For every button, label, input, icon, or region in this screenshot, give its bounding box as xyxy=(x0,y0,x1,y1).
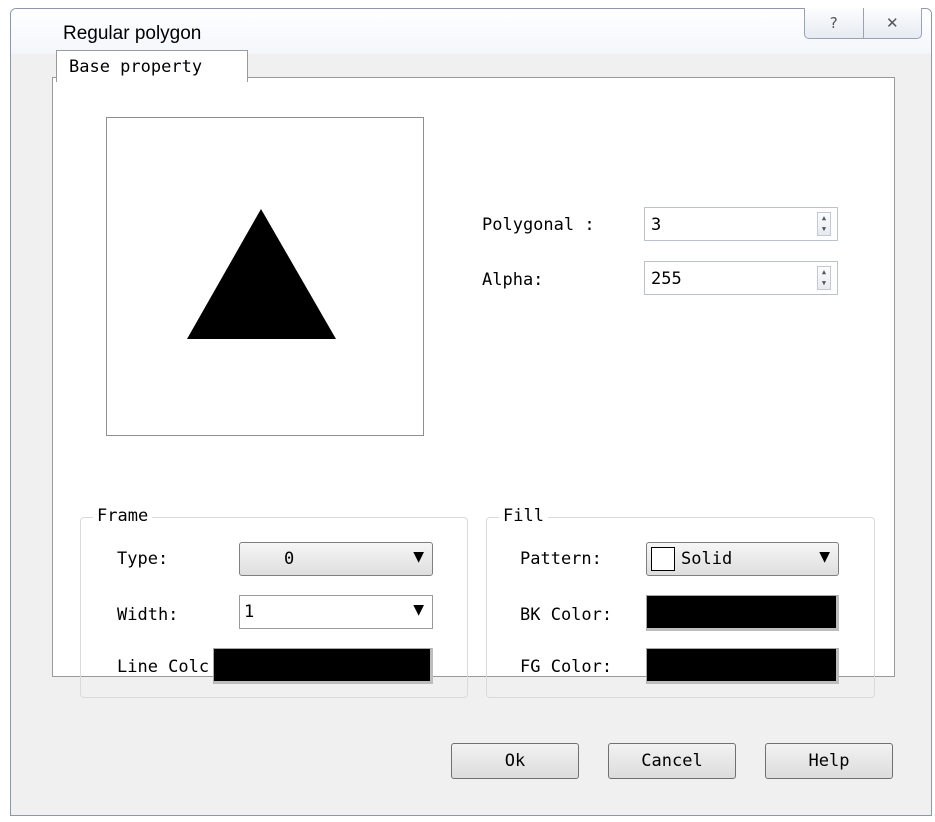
polygonal-label: Polygonal : xyxy=(482,215,595,235)
triangle-shape xyxy=(187,209,336,339)
cancel-button[interactable]: Cancel xyxy=(608,743,736,779)
frame-type-dropdown[interactable]: 0 ▼ xyxy=(239,542,433,576)
chevron-down-icon[interactable]: ▼ xyxy=(413,549,424,565)
fg-color-label: FG Color: xyxy=(520,657,613,677)
help-button[interactable]: Help xyxy=(765,743,893,779)
tab-base-property[interactable]: Base property xyxy=(56,50,248,82)
pattern-preview-icon xyxy=(651,547,675,571)
pattern-dropdown[interactable]: Solid ▼ xyxy=(646,542,839,576)
alpha-spin-arrows[interactable]: ▲ ▼ xyxy=(817,266,831,290)
alpha-value[interactable]: 255 xyxy=(651,269,682,289)
help-icon[interactable]: ? xyxy=(805,8,863,38)
spin-up-icon[interactable]: ▲ xyxy=(818,267,830,278)
polygonal-spin-arrows[interactable]: ▲ ▼ xyxy=(817,212,831,236)
spin-down-icon[interactable]: ▼ xyxy=(818,224,830,235)
frame-width-dropdown[interactable]: 1 ▼ xyxy=(239,595,433,629)
line-color-label: Line Colc xyxy=(117,657,210,677)
frame-legend: Frame xyxy=(93,506,153,526)
caption-buttons: ? ✕ xyxy=(804,8,922,39)
alpha-spinbox[interactable]: 255 ▲ ▼ xyxy=(644,261,838,295)
pattern-label: Pattern: xyxy=(520,549,602,569)
polygonal-spinbox[interactable]: 3 ▲ ▼ xyxy=(644,207,838,241)
close-icon[interactable]: ✕ xyxy=(862,8,922,38)
window-title: Regular polygon xyxy=(63,23,202,44)
bk-color-label: BK Color: xyxy=(520,605,613,625)
frame-type-label: Type: xyxy=(117,549,169,569)
frame-type-value: 0 xyxy=(284,549,295,569)
frame-width-value: 1 xyxy=(244,602,255,622)
bk-color-swatch[interactable] xyxy=(646,595,839,631)
polygon-preview xyxy=(106,117,424,436)
spin-up-icon[interactable]: ▲ xyxy=(818,213,830,224)
spin-down-icon[interactable]: ▼ xyxy=(818,278,830,289)
fill-legend: Fill xyxy=(499,506,548,526)
chevron-down-icon[interactable]: ▼ xyxy=(819,549,830,565)
title-bar[interactable]: Regular polygon xyxy=(11,9,931,55)
pattern-value: Solid xyxy=(681,549,733,569)
alpha-label: Alpha: xyxy=(482,270,544,290)
polygonal-value[interactable]: 3 xyxy=(651,215,661,235)
ok-button[interactable]: Ok xyxy=(451,743,579,779)
fg-color-swatch[interactable] xyxy=(646,648,839,684)
frame-width-label: Width: xyxy=(117,605,179,625)
line-color-swatch[interactable] xyxy=(213,648,433,684)
chevron-down-icon[interactable]: ▼ xyxy=(413,602,424,618)
